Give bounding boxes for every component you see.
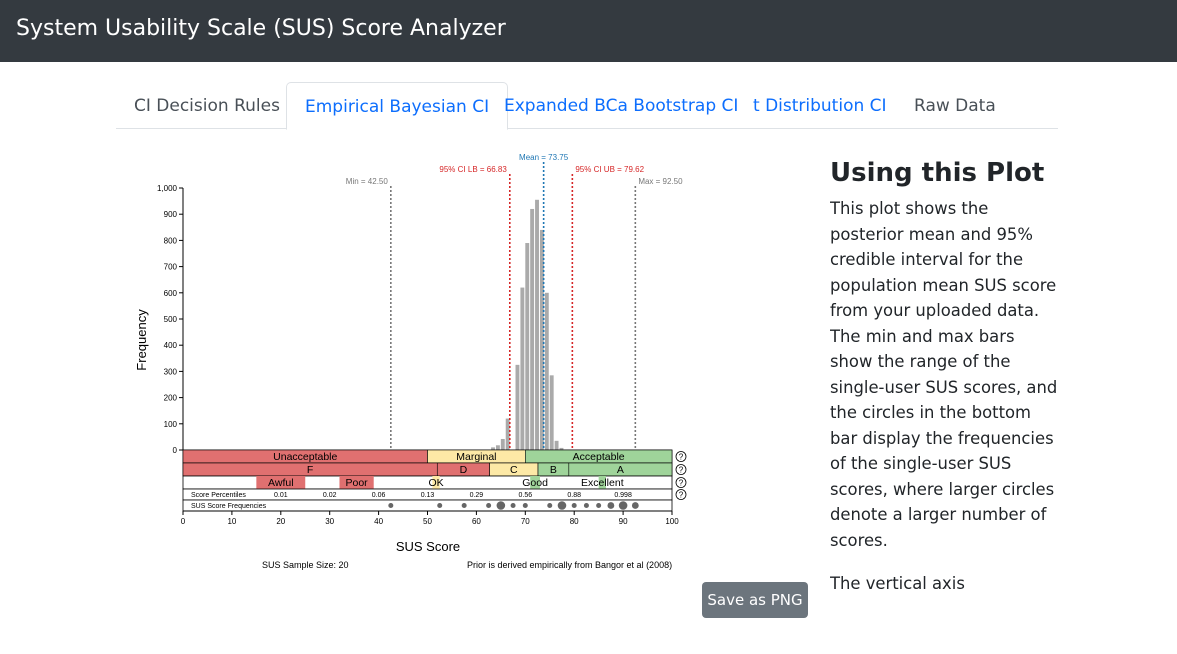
help-text-clip: This plot shows the posterior mean and 9… — [830, 196, 1060, 654]
x-axis-label: SUS Score — [396, 539, 460, 554]
y-tick-label-7: 700 — [164, 263, 178, 272]
y-tick-label-5: 500 — [164, 315, 178, 324]
help-paragraph-2: The vertical axis — [830, 574, 965, 593]
sample-size: SUS Sample Size: 20 — [262, 560, 349, 570]
percentile-value-1: 0.02 — [323, 492, 337, 499]
x-tick-label-4: 40 — [374, 517, 383, 526]
y-tick-label-3: 300 — [164, 367, 178, 376]
percentile-value-6: 0.88 — [567, 492, 581, 499]
tab-raw-data[interactable]: Raw Data — [896, 82, 1014, 128]
percentile-value-2: 0.06 — [372, 492, 386, 499]
y-tick-label-2: 200 — [164, 394, 178, 403]
score-frequency-dot-3 — [486, 503, 492, 508]
histogram-bar-1 — [495, 445, 500, 450]
score-frequency-dot-1 — [437, 503, 443, 508]
tab-bar: CI Decision Rules Empirical Bayesian CI … — [116, 82, 1058, 130]
score-frequency-dot-0 — [388, 503, 394, 508]
tab-empirical-bayesian-ci[interactable]: Empirical Bayesian CI — [286, 82, 509, 130]
tab-t-distribution-ci[interactable]: t Distribution CI — [735, 82, 905, 128]
acceptability-label-0: Unacceptable — [273, 451, 337, 463]
adjectives-label-1: Poor — [346, 477, 369, 489]
score-frequency-dot-2 — [461, 503, 467, 508]
acceptability-label-2: Acceptable — [573, 451, 625, 463]
histogram-bar-8 — [535, 199, 539, 450]
marker-label-3: 95% CI UB = 79.62 — [575, 165, 644, 174]
x-tick-label-10: 100 — [665, 517, 679, 526]
marker-label-0: Min = 42.50 — [346, 177, 389, 186]
grades-label-2: C — [510, 464, 518, 476]
x-tick-label-6: 60 — [472, 517, 481, 526]
adjectives-label-4: Excellent — [581, 477, 624, 489]
histogram-bar-6 — [525, 243, 530, 450]
x-tick-label-9: 90 — [619, 517, 628, 526]
grades-label-3: B — [550, 464, 557, 476]
histogram-bar-11 — [549, 375, 554, 450]
help-heading: Using this Plot — [830, 158, 1045, 188]
x-tick-label-3: 30 — [325, 517, 334, 526]
score-frequency-dot-5 — [510, 503, 516, 508]
save-as-png-button[interactable]: Save as PNG — [702, 582, 808, 618]
score-frequency-dot-12 — [607, 502, 615, 509]
x-tick-label-2: 20 — [276, 517, 285, 526]
help-icon-glyph: ? — [679, 466, 684, 475]
score-frequency-dot-14 — [631, 502, 639, 509]
y-tick-label-6: 600 — [164, 289, 178, 298]
tab-expanded-bca-bootstrap-ci[interactable]: Expanded BCa Bootstrap CI — [486, 82, 756, 128]
marker-label-1: 95% CI LB = 66.83 — [439, 165, 507, 174]
y-tick-label-1: 100 — [164, 420, 178, 429]
percentiles-row-label: Score Percentiles — [191, 492, 246, 499]
help-icon-glyph: ? — [679, 453, 684, 462]
help-paragraph: This plot shows the posterior mean and 9… — [830, 199, 1058, 550]
percentile-value-7: 0.998 — [614, 492, 632, 499]
y-axis-label: Frequency — [134, 309, 149, 371]
percentile-value-4: 0.29 — [470, 492, 484, 499]
x-tick-label-0: 0 — [181, 517, 186, 526]
percentile-value-5: 0.56 — [518, 492, 532, 499]
y-tick-label-10: 1,000 — [157, 184, 178, 193]
sus-plot: 0 100 200 300 400 500 600 700 800 900 1,000 Min = … — [125, 148, 705, 573]
x-tick-label-8: 80 — [570, 517, 579, 526]
score-frequency-dot-6 — [522, 503, 528, 508]
score-frequency-dot-13 — [618, 501, 628, 510]
app-title: System Usability Scale (SUS) Score Analy… — [16, 16, 506, 41]
y-tick-label-4: 400 — [164, 341, 178, 350]
score-frequency-dot-10 — [583, 503, 589, 508]
histogram-bar-2 — [500, 438, 505, 450]
chart-svg: 01002003004005006007008009001,000 Min = … — [134, 153, 687, 570]
adjectives-label-0: Awful — [268, 477, 294, 489]
marker-label-2: Mean = 73.75 — [519, 153, 569, 162]
help-icon-glyph: ? — [679, 491, 684, 500]
app-header: System Usability Scale (SUS) Score Analy… — [0, 0, 1177, 62]
help-icon-glyph: ? — [679, 479, 684, 488]
x-tick-label-1: 10 — [227, 517, 236, 526]
histogram-bar-5 — [520, 287, 525, 450]
frequencies-row-label: SUS Score Frequencies — [191, 503, 267, 510]
grades-label-1: D — [460, 464, 468, 476]
grades-label-4: A — [617, 464, 624, 476]
adjectives-label-2: OK — [428, 477, 443, 489]
adjectives-label-3: Good — [522, 477, 548, 489]
prior-note: Prior is derived empirically from Bangor… — [467, 560, 672, 570]
grades-label-0: F — [307, 464, 313, 476]
plot-help-panel: Using this Plot This plot shows the post… — [830, 158, 1060, 654]
y-tick-label-0: 0 — [173, 446, 178, 455]
score-frequency-dot-4 — [496, 501, 506, 510]
histogram-bar-12 — [554, 440, 559, 450]
score-frequency-dot-7 — [547, 503, 553, 508]
percentile-value-3: 0.13 — [421, 492, 435, 499]
y-tick-label-9: 900 — [164, 210, 178, 219]
percentile-value-0: 0.01 — [274, 492, 288, 499]
x-tick-label-7: 70 — [521, 517, 530, 526]
y-tick-label-8: 800 — [164, 236, 178, 245]
score-frequency-dot-8 — [557, 501, 567, 510]
histogram-bar-7 — [530, 208, 535, 450]
tab-ci-decision-rules[interactable]: CI Decision Rules — [116, 82, 298, 128]
score-frequency-dot-11 — [596, 503, 602, 508]
x-tick-label-5: 50 — [423, 517, 432, 526]
score-frequency-dot-9 — [571, 503, 577, 508]
acceptability-label-1: Marginal — [456, 451, 496, 463]
histogram-bar-10 — [544, 292, 549, 450]
histogram-bar-4 — [515, 364, 520, 450]
marker-label-4: Max = 92.50 — [638, 177, 683, 186]
